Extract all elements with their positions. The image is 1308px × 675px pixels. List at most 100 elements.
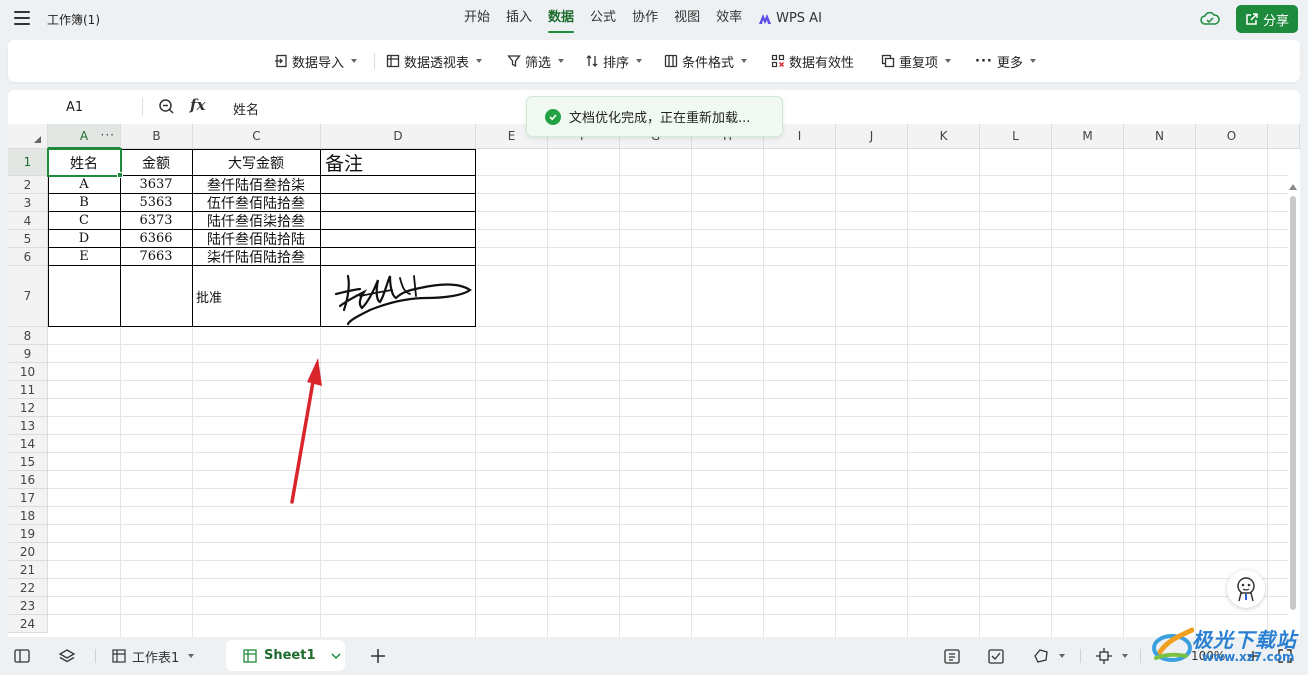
review-button[interactable] xyxy=(988,637,1004,675)
row-header[interactable]: 17 xyxy=(8,489,48,507)
cell-uppercase[interactable]: 柒仟陆佰陆拾叁 xyxy=(192,248,320,266)
zoom-out-icon[interactable] xyxy=(158,98,175,115)
row-header[interactable]: 10 xyxy=(8,363,48,381)
more-button[interactable]: ··· 更多 xyxy=(975,40,1036,82)
formula-input[interactable]: 姓名 xyxy=(233,99,259,118)
cell-c1[interactable]: 大写金额 xyxy=(192,150,320,175)
row-header[interactable]: 9 xyxy=(8,345,48,363)
wps-ai-icon xyxy=(759,14,772,24)
cell-amount[interactable]: 6373 xyxy=(120,212,192,229)
reading-mode-button[interactable] xyxy=(944,637,960,675)
cell-name[interactable]: E xyxy=(48,248,120,265)
row-header[interactable]: 23 xyxy=(8,597,48,615)
protect-button[interactable] xyxy=(1032,637,1065,675)
fill-handle[interactable] xyxy=(117,172,123,178)
pivot-table-button[interactable]: 数据透视表 xyxy=(386,40,483,82)
cell-uppercase[interactable]: 陆仟叁佰柒拾叁 xyxy=(192,212,320,230)
cell-name[interactable]: A xyxy=(48,176,120,193)
column-header-l[interactable]: L xyxy=(980,124,1052,149)
filter-button[interactable]: 筛选 xyxy=(507,40,565,82)
column-header-j[interactable]: J xyxy=(836,124,908,149)
workbook-title[interactable]: 工作簿(1) xyxy=(47,11,100,28)
row-header[interactable]: 7 xyxy=(8,266,48,327)
row-header[interactable]: 3 xyxy=(8,194,48,212)
column-header-c[interactable]: C xyxy=(193,124,321,149)
cell-name[interactable]: D xyxy=(48,230,120,247)
row-header[interactable]: 22 xyxy=(8,579,48,597)
row-header[interactable]: 8 xyxy=(8,327,48,345)
chevron-down-icon[interactable] xyxy=(330,652,341,659)
select-all-corner[interactable] xyxy=(8,124,48,149)
column-more-icon[interactable]: ··· xyxy=(101,123,115,147)
row-header[interactable]: 4 xyxy=(8,212,48,230)
column-header-o[interactable]: O xyxy=(1196,124,1268,149)
row-header[interactable]: 18 xyxy=(8,507,48,525)
divider xyxy=(95,649,96,663)
add-sheet-button[interactable] xyxy=(370,637,386,675)
tab-wps-ai[interactable]: WPS AI xyxy=(750,0,830,38)
data-validation-button[interactable]: 数据有效性 xyxy=(771,40,854,82)
tab-formula[interactable]: 公式 xyxy=(582,0,624,38)
row-header[interactable]: 5 xyxy=(8,230,48,248)
data-import-button[interactable]: 数据导入 xyxy=(274,40,358,82)
cell-uppercase[interactable]: 叁仟陆佰叁拾柒 xyxy=(192,176,320,194)
cell-amount[interactable]: 6366 xyxy=(120,230,192,247)
sheet-list-button[interactable]: 工作表1 xyxy=(112,637,195,675)
sheet-layers-button[interactable] xyxy=(58,637,76,675)
sidebar-toggle-button[interactable] xyxy=(14,637,30,675)
row-header[interactable]: 16 xyxy=(8,471,48,489)
function-icon[interactable]: fx xyxy=(190,96,205,114)
row-header[interactable]: 12 xyxy=(8,399,48,417)
column-header-m[interactable]: M xyxy=(1052,124,1124,149)
signature-image[interactable] xyxy=(330,268,472,326)
column-header-d[interactable]: D xyxy=(321,124,476,149)
cell-c7[interactable]: 批准 xyxy=(196,266,316,326)
tab-home[interactable]: 开始 xyxy=(456,0,498,38)
tab-view[interactable]: 视图 xyxy=(666,0,708,38)
cell-name[interactable]: C xyxy=(48,212,120,229)
row-header[interactable]: 11 xyxy=(8,381,48,399)
cloud-sync-icon[interactable] xyxy=(1200,10,1220,28)
scroll-up-icon[interactable] xyxy=(1289,184,1297,190)
menu-icon[interactable] xyxy=(14,11,30,25)
column-header-a[interactable]: A ··· xyxy=(48,124,121,149)
cell-amount[interactable]: 7663 xyxy=(120,248,192,265)
column-header-b[interactable]: B xyxy=(121,124,193,149)
cell-uppercase[interactable]: 伍仟叁佰陆拾叁 xyxy=(192,194,320,212)
share-button[interactable]: 分享 xyxy=(1236,5,1298,33)
row-header[interactable]: 14 xyxy=(8,435,48,453)
assistant-button[interactable] xyxy=(1227,570,1265,608)
tab-insert[interactable]: 插入 xyxy=(498,0,540,38)
row-header[interactable]: 1 xyxy=(8,149,48,176)
vertical-scrollbar[interactable] xyxy=(1287,184,1299,637)
sheet-tab-active[interactable]: Sheet1 xyxy=(226,640,345,671)
row-header[interactable]: 21 xyxy=(8,561,48,579)
row-header[interactable]: 6 xyxy=(8,248,48,266)
conditional-format-button[interactable]: 条件格式 xyxy=(664,40,748,82)
row-header[interactable]: 2 xyxy=(8,176,48,194)
row-header[interactable]: 13 xyxy=(8,417,48,435)
column-header-n[interactable]: N xyxy=(1124,124,1196,149)
spreadsheet-grid[interactable]: A ··· B C D E F G H I J K L M N O 1 2 3 … xyxy=(8,124,1300,637)
cell-name[interactable]: B xyxy=(48,194,120,211)
row-header[interactable]: 20 xyxy=(8,543,48,561)
cell-amount[interactable]: 5363 xyxy=(120,194,192,211)
scrollbar-thumb[interactable] xyxy=(1290,196,1296,610)
tab-data[interactable]: 数据 xyxy=(540,0,582,38)
name-box[interactable]: A1 xyxy=(66,100,83,115)
cell-b1[interactable]: 金额 xyxy=(120,150,192,175)
sort-button[interactable]: 排序 xyxy=(585,40,643,82)
row-header[interactable]: 15 xyxy=(8,453,48,471)
duplicates-button[interactable]: 重复项 xyxy=(881,40,952,82)
freeze-button[interactable] xyxy=(1095,637,1128,675)
cell-amount[interactable]: 3637 xyxy=(120,176,192,193)
tab-collaborate[interactable]: 协作 xyxy=(624,0,666,38)
row-header[interactable]: 24 xyxy=(8,615,48,633)
gridline xyxy=(1195,149,1196,637)
reading-mode-icon xyxy=(944,648,960,664)
cell-uppercase[interactable]: 陆仟叁佰陆拾陆 xyxy=(192,230,320,248)
column-header-k[interactable]: K xyxy=(908,124,980,149)
cell-d1[interactable]: 备注 xyxy=(325,150,475,175)
tab-efficiency[interactable]: 效率 xyxy=(708,0,750,38)
row-header[interactable]: 19 xyxy=(8,525,48,543)
